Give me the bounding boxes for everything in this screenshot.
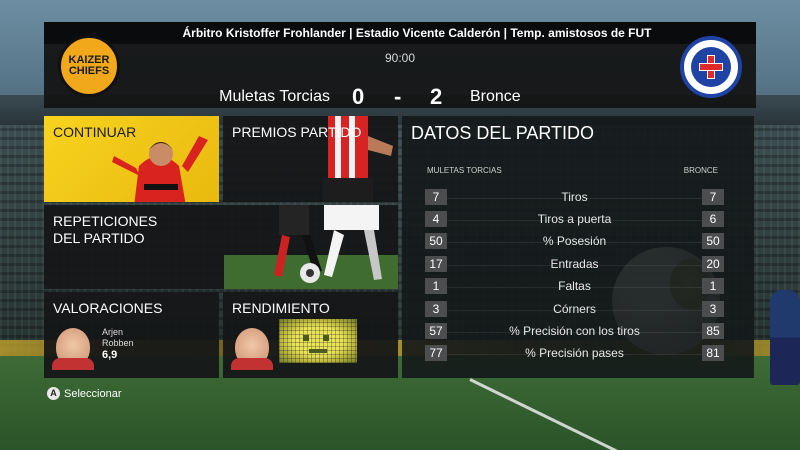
player-avatar: [52, 328, 94, 370]
stat-home-value: 7: [425, 189, 447, 205]
player-first-name: Arjen: [102, 327, 124, 337]
ratings-label: VALORACIONES: [53, 300, 163, 316]
continue-tile[interactable]: CONTINUAR: [44, 116, 219, 202]
match-stats-panel: DATOS DEL PARTIDO MULETAS TORCIAS BRONCE…: [402, 116, 754, 378]
match-replays-tile[interactable]: REPETICIONES DEL PARTIDO: [44, 205, 398, 289]
stat-name: Entradas: [550, 257, 599, 271]
away-crest-emblem: [691, 47, 731, 87]
match-stats-title: DATOS DEL PARTIDO: [411, 123, 595, 143]
home-team-crest: KAIZER CHIEFS: [58, 35, 120, 97]
stat-name: % Precisión pases: [525, 346, 624, 360]
stat-home-value: 3: [425, 301, 447, 317]
away-team-crest: [680, 36, 742, 98]
replays-action-image: [224, 205, 398, 289]
player-last-name: Robben: [102, 338, 134, 348]
heatmap-cell: [323, 335, 329, 341]
match-awards-tile[interactable]: PREMIOS PARTIDO: [223, 116, 398, 202]
stat-row-shot-accuracy: 57 % Precisión con los tiros 85: [425, 323, 724, 341]
away-score: 2: [430, 84, 443, 109]
stat-row-possession: 50 % Posesión 50: [425, 233, 724, 251]
player-avatar: [231, 328, 273, 370]
player-heatmap: [279, 319, 357, 363]
ratings-tile[interactable]: VALORACIONES Arjen Robben 6,9: [44, 292, 219, 378]
stat-name: Tiros: [561, 190, 588, 204]
stat-name: Faltas: [558, 279, 591, 293]
scoreboard-header: Árbitro Kristoffer Frohlander | Estadio …: [44, 22, 756, 109]
home-crest-text: KAIZER CHIEFS: [68, 54, 110, 77]
stat-away-value: 3: [702, 301, 724, 317]
stat-row-fouls: 1 Faltas 1: [425, 278, 724, 296]
stat-home-value: 50: [425, 233, 447, 249]
stat-away-value: 1: [702, 278, 724, 294]
stat-away-value: 7: [702, 189, 724, 205]
player-rating: 6,9: [102, 349, 118, 361]
home-score: 0: [352, 84, 365, 109]
stat-away-value: 81: [702, 345, 724, 361]
stats-home-team-label: MULETAS TORCIAS: [427, 166, 502, 175]
stat-row-corners: 3 Córners 3: [425, 301, 724, 319]
continue-label: CONTINUAR: [53, 124, 137, 140]
stat-row-tackles: 17 Entradas 20: [425, 256, 724, 274]
away-team-name: Bronce: [470, 88, 521, 105]
stat-name: % Precisión con los tiros: [509, 324, 640, 338]
score-separator: -: [394, 84, 402, 109]
stats-away-team-label: BRONCE: [683, 166, 718, 175]
stat-home-value: 77: [425, 345, 447, 361]
heatmap-cell: [303, 335, 309, 341]
stat-row-pass-accuracy: 77 % Precisión pases 81: [425, 345, 724, 363]
match-time: 90:00: [384, 51, 416, 65]
stat-home-value: 57: [425, 323, 447, 339]
stat-away-value: 20: [702, 256, 724, 272]
stat-away-value: 50: [702, 233, 724, 249]
replays-label-line1: REPETICIONES: [53, 213, 158, 229]
stat-name: Córners: [553, 302, 596, 316]
stat-home-value: 4: [425, 211, 447, 227]
stat-row-shots: 7 Tiros 7: [425, 189, 724, 207]
stat-away-value: 6: [702, 211, 724, 227]
stat-name: Tiros a puerta: [537, 212, 612, 226]
match-info-line: Árbitro Kristoffer Frohlander | Estadio …: [44, 22, 756, 44]
match-replays-label: REPETICIONES DEL PARTIDO: [53, 213, 157, 247]
replays-label-line2: DEL PARTIDO: [53, 230, 145, 246]
stat-home-value: 1: [425, 278, 447, 294]
stat-home-value: 17: [425, 256, 447, 272]
crest-cross-horizontal: [699, 63, 723, 71]
performance-tile[interactable]: RENDIMIENTO: [223, 292, 398, 378]
stat-away-value: 85: [702, 323, 724, 339]
stat-name: % Posesión: [542, 234, 607, 248]
a-button-icon: A: [47, 387, 60, 400]
heatmap-cell: [309, 349, 327, 353]
select-hint[interactable]: A Seleccionar: [47, 387, 121, 400]
performance-label: RENDIMIENTO: [232, 300, 330, 316]
stat-row-shots-on-target: 4 Tiros a puerta 6: [425, 211, 724, 229]
match-awards-label: PREMIOS PARTIDO: [232, 124, 362, 140]
select-hint-label: Seleccionar: [64, 387, 122, 400]
player-silhouette: [770, 290, 800, 385]
